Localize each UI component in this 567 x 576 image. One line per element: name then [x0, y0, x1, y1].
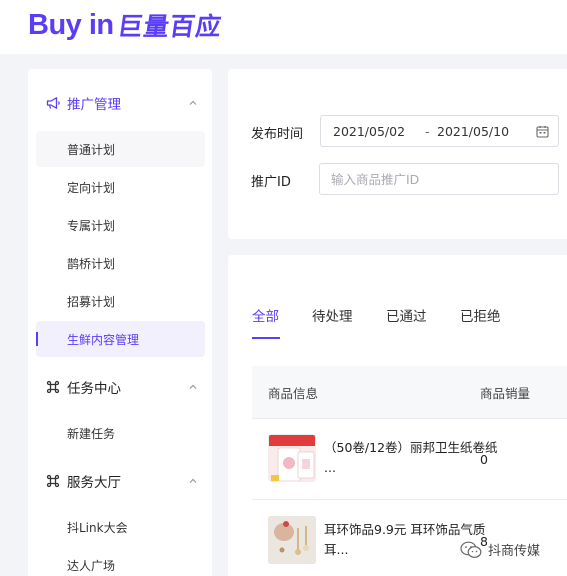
date-start-value: 2021/05/02 [333, 124, 406, 139]
sidebar-item-regular-plan[interactable]: 普通计划 [36, 131, 205, 167]
tab-all[interactable]: 全部 [252, 305, 279, 325]
product-thumbnail[interactable] [268, 516, 316, 564]
tab-approved[interactable]: 已通过 [386, 305, 427, 325]
tab-pending[interactable]: 待处理 [312, 305, 353, 325]
publish-time-label: 发布时间 [251, 127, 304, 142]
top-bar: Buy in 巨量百应 [0, 0, 567, 54]
date-range-picker[interactable]: 2021/05/02 - 2021/05/10 [320, 115, 559, 147]
sidebar-item-new-task[interactable]: 新建任务 [36, 415, 205, 451]
sidebar: 推广管理 普通计划 定向计划 专属计划 鹊桥计划 招募计划 生鲜内容管理 任务中… [28, 69, 212, 576]
chevron-up-icon [189, 478, 197, 483]
promo-id-input[interactable] [319, 163, 559, 195]
watermark: 抖商传媒 [460, 540, 540, 559]
date-end-value: 2021/05/10 [437, 124, 510, 139]
command-icon [45, 473, 61, 489]
column-header-sales: 商品销量 [480, 386, 531, 401]
sidebar-section-service-hall[interactable]: 服务大厅 [28, 463, 212, 499]
sidebar-section-promo-management[interactable]: 推广管理 [28, 85, 212, 121]
promo-id-label: 推广ID [251, 175, 291, 190]
sidebar-item-recruit-plan[interactable]: 招募计划 [36, 283, 205, 319]
content-list-panel: 全部 待处理 已通过 已拒绝 商品信息 商品销量 （50卷/12卷）丽邦卫生纸卷… [228, 255, 567, 576]
sidebar-item-targeted-plan[interactable]: 定向计划 [36, 169, 205, 205]
product-thumbnail[interactable] [268, 434, 316, 482]
row-divider [252, 499, 567, 500]
active-tab-indicator [252, 337, 280, 339]
sidebar-item-douLink-conference[interactable]: 抖Link大会 [36, 509, 205, 545]
logo-cn-text: 巨量百应 [115, 12, 224, 41]
date-separator: - [425, 124, 430, 139]
chevron-up-icon [189, 100, 197, 105]
product-title[interactable]: （50卷/12卷）丽邦卫生纸卷纸 ... [324, 438, 499, 478]
tab-rejected[interactable]: 已拒绝 [460, 305, 501, 325]
sidebar-section-task-center[interactable]: 任务中心 [28, 369, 212, 405]
megaphone-icon [45, 95, 61, 111]
product-sales: 0 [480, 452, 488, 467]
brand-logo[interactable]: Buy in 巨量百应 [28, 6, 224, 44]
filter-panel: 发布时间 2021/05/02 - 2021/05/10 推广ID [228, 69, 567, 239]
column-header-product-info: 商品信息 [268, 386, 319, 401]
sidebar-item-queqiao-plan[interactable]: 鹊桥计划 [36, 245, 205, 281]
sidebar-section-label: 任务中心 [67, 381, 121, 397]
sidebar-section-label: 推广管理 [67, 97, 121, 113]
sidebar-item-creator-plaza[interactable]: 达人广场 [36, 547, 205, 576]
row-divider [252, 418, 567, 419]
wechat-icon [460, 541, 482, 558]
command-icon [45, 379, 61, 395]
watermark-text: 抖商传媒 [488, 544, 541, 559]
sidebar-item-fresh-content-management[interactable]: 生鲜内容管理 [36, 321, 205, 357]
calendar-icon[interactable] [536, 125, 549, 138]
sidebar-item-exclusive-plan[interactable]: 专属计划 [36, 207, 205, 243]
table-header: 商品信息 商品销量 [252, 366, 567, 418]
logo-en-text: Buy in [28, 8, 114, 41]
chevron-up-icon [189, 384, 197, 389]
sidebar-section-label: 服务大厅 [67, 475, 121, 491]
